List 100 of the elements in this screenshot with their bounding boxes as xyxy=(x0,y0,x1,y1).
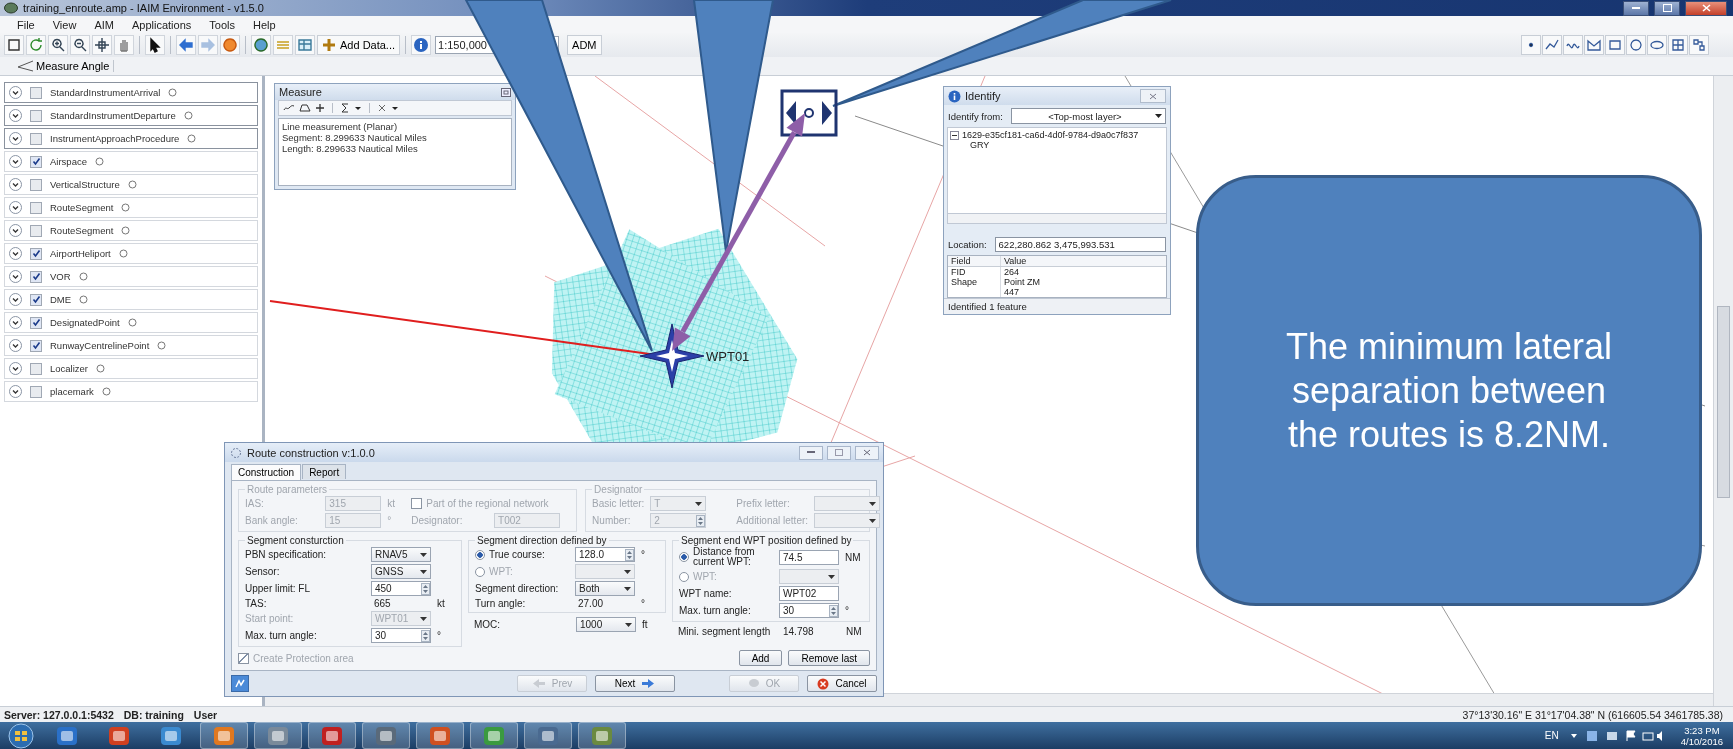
collapse-icon[interactable] xyxy=(950,130,959,140)
grid-icon[interactable] xyxy=(1668,35,1688,55)
action-button[interactable]: Add xyxy=(738,650,783,666)
add-data-button[interactable]: Add Data... xyxy=(317,35,401,55)
dropdown[interactable]: RNAV5 xyxy=(371,547,431,562)
menu-item[interactable]: AIM xyxy=(85,18,123,31)
layer-row[interactable]: RouteSegment xyxy=(4,220,258,241)
text-field[interactable]: WPT02 xyxy=(779,586,839,601)
spin-arrows-icon[interactable] xyxy=(421,629,430,642)
minimize-button[interactable] xyxy=(799,445,823,460)
nodes-icon[interactable] xyxy=(1689,35,1709,55)
layer-checkbox[interactable] xyxy=(30,132,42,145)
expand-chevron-icon[interactable] xyxy=(9,339,22,352)
layer-checkbox[interactable] xyxy=(30,362,42,375)
line-tool-icon[interactable] xyxy=(283,103,295,113)
polyline-icon[interactable] xyxy=(1542,35,1562,55)
expand-chevron-icon[interactable] xyxy=(9,155,22,168)
expand-chevron-icon[interactable] xyxy=(9,385,22,398)
layer-row[interactable]: DesignatedPoint xyxy=(4,312,258,333)
pointer-icon[interactable] xyxy=(145,35,165,55)
minimize-button[interactable] xyxy=(1623,0,1649,16)
layer-checkbox[interactable] xyxy=(30,201,42,214)
layer-row[interactable]: Localizer xyxy=(4,358,258,379)
curve-icon[interactable] xyxy=(1563,35,1583,55)
layer-checkbox[interactable] xyxy=(30,339,42,352)
stop-icon[interactable] xyxy=(220,35,240,55)
expand-chevron-icon[interactable] xyxy=(9,132,22,145)
clock-time[interactable]: 3:23 PM xyxy=(1684,724,1720,736)
menu-item[interactable]: Tools xyxy=(200,18,244,31)
layer-checkbox[interactable] xyxy=(30,224,42,237)
spin-arrows-icon[interactable] xyxy=(421,582,430,595)
globe-icon[interactable] xyxy=(251,35,271,55)
layer-row[interactable]: InstrumentApproachProcedure xyxy=(4,128,258,149)
rectangle-icon[interactable] xyxy=(1605,35,1625,55)
layer-row[interactable]: VerticalStructure xyxy=(4,174,258,195)
spin-arrows-icon[interactable] xyxy=(625,548,634,561)
dropdown[interactable]: 1000 xyxy=(576,617,636,632)
info-icon[interactable] xyxy=(411,35,432,55)
taskbar-app-button[interactable] xyxy=(524,722,572,749)
expand-chevron-icon[interactable] xyxy=(9,362,22,375)
layer-row[interactable]: AirportHeliport xyxy=(4,243,258,264)
tree-item[interactable]: GRY xyxy=(970,140,990,151)
restore-icon[interactable] xyxy=(501,87,511,97)
taskbar-app-button[interactable] xyxy=(362,722,410,749)
expand-chevron-icon[interactable] xyxy=(9,270,22,283)
clear-icon[interactable] xyxy=(377,103,387,113)
tab[interactable]: Construction xyxy=(231,464,302,480)
taskbar-app-button[interactable] xyxy=(200,722,248,749)
spin-field[interactable]: 128.0 xyxy=(575,547,635,562)
layer-row[interactable]: DME xyxy=(4,289,258,310)
radio-button[interactable]: True course: xyxy=(475,549,567,560)
clock-date[interactable]: 4/10/2016 xyxy=(1680,735,1723,747)
layer-row[interactable]: placemark xyxy=(4,381,258,402)
dropdown[interactable]: GNSS xyxy=(371,564,431,579)
sum-icon[interactable] xyxy=(340,103,350,113)
action-button[interactable]: Remove last xyxy=(788,650,870,666)
layer-checkbox[interactable] xyxy=(30,86,42,99)
zoom-out-icon[interactable] xyxy=(70,35,90,55)
layer-checkbox[interactable] xyxy=(30,270,42,283)
dropdown[interactable]: Both xyxy=(575,581,635,596)
layer-row[interactable]: StandardInstrumentDeparture xyxy=(4,105,258,126)
close-button[interactable] xyxy=(1685,0,1727,16)
expand-chevron-icon[interactable] xyxy=(9,247,22,260)
refresh-icon[interactable] xyxy=(26,35,46,55)
nav-button[interactable]: Next xyxy=(595,675,675,692)
location-field[interactable]: 622,280.862 3,475,993.531 xyxy=(994,237,1166,252)
layer-dropdown[interactable]: <Top-most layer> xyxy=(1010,108,1166,125)
taskbar-app-button[interactable] xyxy=(254,722,302,749)
expand-chevron-icon[interactable] xyxy=(9,224,22,237)
help-button[interactable] xyxy=(231,675,249,692)
nav-button[interactable]: Cancel xyxy=(807,675,877,692)
crosshair-icon[interactable] xyxy=(92,35,112,55)
area-tool-icon[interactable] xyxy=(299,103,311,113)
expand-chevron-icon[interactable] xyxy=(9,201,22,214)
layer-row[interactable]: RouteSegment xyxy=(4,197,258,218)
back-arrow-icon[interactable] xyxy=(176,35,196,55)
layer-row[interactable]: StandardInstrumentArrival xyxy=(4,82,258,103)
expand-chevron-icon[interactable] xyxy=(9,293,22,306)
maximize-button[interactable] xyxy=(1654,0,1680,16)
polygon-icon[interactable] xyxy=(1584,35,1604,55)
layer-checkbox[interactable] xyxy=(30,293,42,306)
measure-angle-button[interactable]: Measure Angle xyxy=(12,60,115,72)
layer-checkbox[interactable] xyxy=(30,109,42,122)
layer-checkbox[interactable] xyxy=(30,178,42,191)
language-indicator[interactable]: EN xyxy=(1544,730,1559,741)
column-header[interactable]: Field xyxy=(948,256,1001,266)
radio-button[interactable]: Distance from current WPT: xyxy=(679,547,771,567)
taskbar-app-button[interactable] xyxy=(578,722,626,749)
zoom-in-icon[interactable] xyxy=(48,35,68,55)
layer-row[interactable]: Airspace xyxy=(4,151,258,172)
layer-checkbox[interactable] xyxy=(30,316,42,329)
adm-button[interactable]: ADM xyxy=(567,35,602,55)
spin-field[interactable]: 30 xyxy=(779,603,839,618)
layer-checkbox[interactable] xyxy=(30,247,42,260)
tree-item[interactable]: 1629-e35cf181-ca6d-4d0f-9784-d9a0c7f837 xyxy=(962,130,1139,141)
square-icon[interactable] xyxy=(4,35,24,55)
expand-chevron-icon[interactable] xyxy=(9,86,22,99)
expand-chevron-icon[interactable] xyxy=(9,316,22,329)
layer-checkbox[interactable] xyxy=(30,155,42,168)
scrollbar[interactable] xyxy=(1713,76,1733,706)
